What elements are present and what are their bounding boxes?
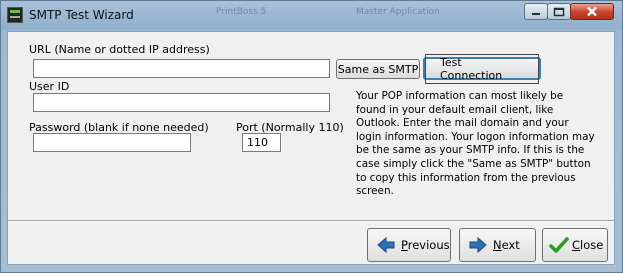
password-input[interactable]: [33, 133, 191, 152]
close-label: Close: [572, 238, 604, 252]
close-button[interactable]: Close: [542, 228, 608, 262]
maximize-icon: [553, 7, 565, 16]
minimize-icon: [532, 12, 540, 15]
userid-label: User ID: [29, 80, 70, 93]
terminal-icon: [7, 7, 23, 23]
wizard-content: URL (Name or dotted IP address) Same as …: [7, 31, 615, 265]
same-as-smtp-button[interactable]: Same as SMTP: [336, 59, 420, 79]
background-tab: PrintBoss 5: [216, 7, 267, 17]
title-bar[interactable]: SMTP Test Wizard PrintBoss 5 Master Appl…: [1, 1, 622, 31]
url-input[interactable]: [33, 59, 330, 78]
previous-button[interactable]: Previous: [367, 228, 451, 262]
previous-label: Previous: [401, 238, 450, 252]
test-connection-button[interactable]: Test Connection: [423, 53, 541, 84]
minimize-button[interactable]: [524, 3, 548, 20]
background-tab: Master Application: [356, 7, 440, 17]
userid-input[interactable]: [33, 93, 330, 112]
next-button[interactable]: Next: [459, 228, 536, 262]
checkmark-icon: [549, 237, 569, 253]
close-window-button[interactable]: [570, 3, 614, 20]
arrow-right-icon: [469, 236, 487, 254]
test-connection-label: Test Connection: [425, 53, 539, 84]
url-label: URL (Name or dotted IP address): [29, 43, 210, 56]
close-icon: [587, 6, 597, 17]
maximize-button[interactable]: [547, 3, 571, 20]
wizard-window: SMTP Test Wizard PrintBoss 5 Master Appl…: [0, 0, 623, 273]
port-input[interactable]: [242, 133, 281, 152]
help-text: Your POP information can most likely be …: [356, 90, 595, 198]
divider: [8, 220, 614, 222]
arrow-left-icon: [377, 236, 395, 254]
next-label: Next: [493, 238, 520, 252]
window-title: SMTP Test Wizard: [29, 8, 134, 22]
